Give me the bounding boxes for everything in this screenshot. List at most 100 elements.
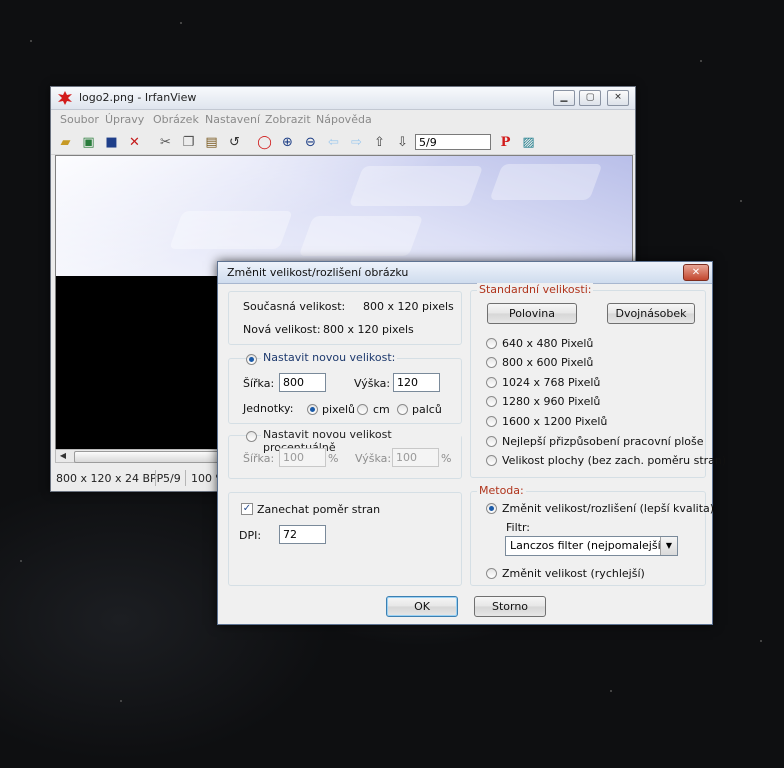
menu-soubor[interactable]: Soubor <box>60 113 99 126</box>
set-new-size-label: Nastavit novou velikost: <box>261 351 398 364</box>
close-window-button[interactable]: ✕ <box>607 90 629 106</box>
toolbar: ▰ ▣ ■ ✕ ✂ ❐ ▤ ↺ ◯ ⊕ ⊖ ⇦ ⇨ ⇧ ⇩ 5/9 P ▨ <box>51 130 635 155</box>
star-dot <box>700 60 702 62</box>
properties-p-icon[interactable]: P <box>497 134 514 151</box>
paint-icon[interactable]: ▨ <box>520 134 537 151</box>
units-inches-label: palců <box>412 403 442 416</box>
resample-radio[interactable] <box>486 503 497 514</box>
dialog-title: Změnit velikost/rozlišení obrázku <box>227 266 409 279</box>
menu-upravy[interactable]: Úpravy <box>105 113 144 126</box>
method-group: Metoda: Změnit velikost/rozlišení (lepší… <box>470 484 714 586</box>
best-fit-desktop-radio[interactable] <box>486 436 497 447</box>
double-size-button[interactable]: Dvojnásobek <box>607 303 695 324</box>
units-label: Jednotky: <box>243 402 294 415</box>
copy-icon[interactable]: ❐ <box>180 134 197 151</box>
resize-fast-radio[interactable] <box>486 568 497 579</box>
undo-icon[interactable]: ↺ <box>226 134 243 151</box>
set-percent-radio[interactable] <box>246 431 257 442</box>
minimize-button[interactable]: ▁ <box>553 90 575 106</box>
filter-select[interactable]: Lanczos filter (nejpomalejší) ▼ <box>505 536 678 556</box>
fit-window-icon[interactable]: ◯ <box>256 134 273 151</box>
irfanview-app-icon <box>58 91 72 105</box>
menu-obrazek[interactable]: Obrázek <box>153 113 199 126</box>
scroll-left-icon[interactable]: ◀ <box>56 450 70 462</box>
dialog-close-button[interactable]: ✕ <box>683 264 709 281</box>
first-page-icon[interactable]: ⇧ <box>371 134 388 151</box>
dpi-input[interactable]: 72 <box>279 525 326 544</box>
size-640-label: 640 x 480 Pixelů <box>502 337 594 350</box>
resize-fast-label: Změnit velikost (rychlejší) <box>502 567 645 580</box>
width-label: Šířka: <box>243 377 275 390</box>
menu-napoveda[interactable]: Nápověda <box>316 113 372 126</box>
next-arrow-icon[interactable]: ⇨ <box>348 134 365 151</box>
open-folder-icon[interactable]: ▰ <box>57 134 74 151</box>
star-dot <box>20 560 22 562</box>
zoom-out-icon[interactable]: ⊖ <box>302 134 319 151</box>
menu-zobrazit[interactable]: Zobrazit <box>265 113 311 126</box>
units-cm-label: cm <box>373 403 390 416</box>
desktop-size-label: Velikost plochy (bez zach. poměru stran) <box>502 454 727 467</box>
percent-width-label: Šířka: <box>243 452 275 465</box>
new-size-label: Nová velikost: <box>243 323 321 336</box>
units-cm-radio[interactable] <box>357 404 368 415</box>
half-size-button[interactable]: Polovina <box>487 303 577 324</box>
percent-height-input[interactable]: 100 <box>392 448 439 467</box>
set-new-size-group: Nastavit novou velikost: Šířka: 800 Výšk… <box>228 351 462 424</box>
status-divider <box>155 470 156 486</box>
height-input[interactable]: 120 <box>393 373 440 392</box>
units-inches-radio[interactable] <box>397 404 408 415</box>
previous-arrow-icon[interactable]: ⇦ <box>325 134 342 151</box>
resample-label: Změnit velikost/rozlišení (lepší kvalita… <box>502 502 715 515</box>
percent-sign: % <box>328 452 339 465</box>
size-1600-radio[interactable] <box>486 416 497 427</box>
save-icon[interactable]: ■ <box>103 134 120 151</box>
chevron-down-icon[interactable]: ▼ <box>660 537 677 555</box>
menu-bar: Soubor Úpravy Obrázek Nastavení Zobrazit… <box>51 110 635 130</box>
menu-nastaveni[interactable]: Nastavení <box>205 113 260 126</box>
percent-width-input[interactable]: 100 <box>279 448 326 467</box>
width-input[interactable]: 800 <box>279 373 326 392</box>
dialog-titlebar[interactable]: Změnit velikost/rozlišení obrázku ✕ <box>218 262 712 284</box>
irfanview-titlebar[interactable]: logo2.png - IrfanView ▁ ▢ ✕ <box>51 87 635 110</box>
paste-icon[interactable]: ▤ <box>203 134 220 151</box>
cancel-button[interactable]: Storno <box>474 596 546 617</box>
image-key-shape <box>298 216 424 256</box>
star-dot <box>760 640 762 642</box>
ok-button[interactable]: OK <box>386 596 458 617</box>
units-pixels-label: pixelů <box>322 403 356 416</box>
status-page: 5/9 <box>163 472 181 485</box>
size-1280-radio[interactable] <box>486 396 497 407</box>
dpi-label: DPI: <box>239 529 262 542</box>
close-icon: ✕ <box>614 92 622 103</box>
set-percent-group: Nastavit novou velikost procentuálně Šíř… <box>228 428 462 479</box>
close-icon: ✕ <box>691 267 701 278</box>
window-title: logo2.png - IrfanView <box>79 91 197 104</box>
size-1024-radio[interactable] <box>486 377 497 388</box>
current-size-label: Současná velikost: <box>243 300 346 313</box>
standard-sizes-group: Standardní velikosti: Polovina Dvojnásob… <box>470 283 726 478</box>
status-image-info: 800 x 120 x 24 BPP <box>56 472 164 485</box>
delete-icon[interactable]: ✕ <box>126 134 143 151</box>
filter-label: Filtr: <box>506 521 530 534</box>
keep-ratio-checkbox[interactable]: ✓ <box>241 503 253 515</box>
cut-icon[interactable]: ✂ <box>157 134 174 151</box>
set-new-size-radio[interactable] <box>246 354 257 365</box>
ratio-dpi-group: ✓ Zanechat poměr stran DPI: 72 <box>228 492 462 586</box>
star-dot <box>610 690 612 692</box>
slideshow-icon[interactable]: ▣ <box>80 134 97 151</box>
maximize-button[interactable]: ▢ <box>579 90 601 106</box>
image-preview <box>56 156 632 276</box>
zoom-in-icon[interactable]: ⊕ <box>279 134 296 151</box>
percent-sign: % <box>441 452 452 465</box>
units-pixels-radio[interactable] <box>307 404 318 415</box>
new-size-value: 800 x 120 pixels <box>323 323 414 336</box>
standard-sizes-legend: Standardní velikosti: <box>477 283 594 296</box>
size-640-radio[interactable] <box>486 338 497 349</box>
size-1280-label: 1280 x 960 Pixelů <box>502 395 601 408</box>
size-800-radio[interactable] <box>486 357 497 368</box>
star-dot <box>180 22 182 24</box>
last-page-icon[interactable]: ⇩ <box>394 134 411 151</box>
desktop-size-radio[interactable] <box>486 455 497 466</box>
method-legend: Metoda: <box>477 484 526 497</box>
page-counter-field[interactable]: 5/9 <box>415 134 491 150</box>
